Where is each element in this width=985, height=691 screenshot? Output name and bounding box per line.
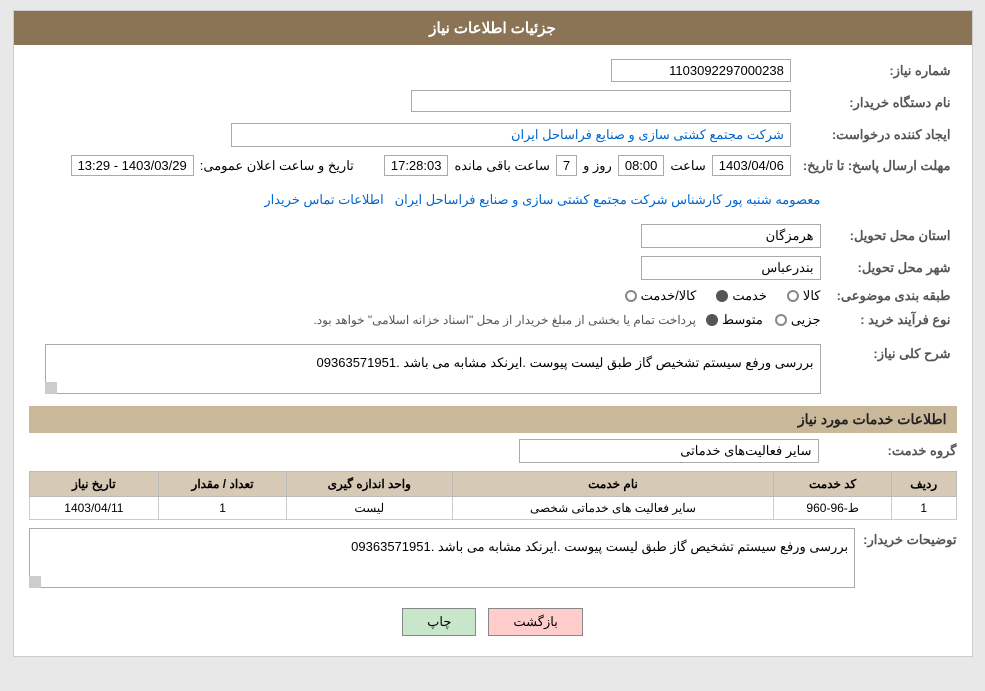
radio-tabaghe-کالا[interactable]: کالا (787, 288, 821, 304)
saet-label: ساعت (670, 158, 705, 174)
radio-circle (706, 314, 718, 326)
cell-tedad: 1 (159, 497, 287, 520)
page-header: جزئیات اطلاعات نیاز (14, 11, 972, 45)
sharh-label: شرح کلی نیاز: (827, 340, 957, 398)
saet-value: 08:00 (618, 155, 665, 176)
tarikh-value: 1403/04/06 (712, 155, 791, 176)
back-button[interactable]: بازگشت (488, 608, 582, 636)
radio-tabaghe-کالا/خدمت[interactable]: کالا/خدمت (625, 288, 697, 304)
saet-manandeh-label: ساعت باقی مانده (454, 158, 549, 174)
radio-circle (625, 290, 637, 302)
resize-handle[interactable] (45, 382, 57, 394)
radio-circle (775, 314, 787, 326)
services-table: ردیفکد خدمتنام خدمتواحد اندازه گیریتعداد… (29, 471, 957, 520)
radio-label: جزیی (791, 312, 821, 328)
grouh-label: گروه خدمت: (827, 443, 957, 459)
cell-radif: 1 (891, 497, 956, 520)
ijad-konande-label: ایجاد کننده درخواست: (797, 119, 957, 151)
shomara-niaz-label: شماره نیاز: (797, 55, 957, 86)
buttons-row: بازگشت چاپ (29, 598, 957, 646)
saet-manandeh-value: 17:28:03 (384, 155, 449, 176)
cell-vahed: لیست (286, 497, 452, 520)
cell-nam: سایر فعالیت های خدماتی شخصی (452, 497, 774, 520)
radio-tabaghe-خدمت[interactable]: خدمت (716, 288, 767, 304)
radio-farayand-جزیی[interactable]: جزیی (775, 312, 821, 328)
tabaghe-label: طبقه بندی موضوعی: (827, 284, 957, 308)
ettelaat-link[interactable]: اطلاعات تماس خریدار (264, 192, 383, 207)
nam-dastgah-value (411, 90, 791, 112)
tawzihat-resize-handle[interactable] (29, 576, 41, 588)
cell-kod: ط-96-960 (774, 497, 892, 520)
col-header: ردیف (891, 472, 956, 497)
nooe-farayand-label: نوع فرآیند خرید : (827, 308, 957, 332)
table-row: 1ط-96-960سایر فعالیت های خدماتی شخصیلیست… (29, 497, 956, 520)
radio-label: کالا/خدمت (641, 288, 697, 304)
tarikh-saet-label: تاریخ و ساعت اعلان عمومی: (200, 158, 354, 174)
rooz-label: روز و (583, 158, 612, 174)
shahr-value: بندرعباس (641, 256, 821, 280)
ijad-konande-value: شرکت مجتمع کشتی سازی و صنایع فراساحل ایر… (231, 123, 791, 147)
print-button[interactable]: چاپ (402, 608, 476, 636)
ijad-konande-link: معصومه شنبه پور کارشناس شرکت مجتمع کشتی … (395, 192, 821, 207)
radio-label: متوسط (722, 312, 763, 328)
service-info-header: اطلاعات خدمات مورد نیاز (29, 406, 957, 433)
col-header: واحد اندازه گیری (286, 472, 452, 497)
ostan-value: هرمزگان (641, 224, 821, 248)
grouh-value: سایر فعالیت‌های خدماتی (519, 439, 819, 463)
radio-label: خدمت (732, 288, 767, 304)
tawzihat-value: بررسی ورفع سیستم تشخیص گاز طبق لیست پیوس… (29, 528, 856, 588)
col-header: تاریخ نیاز (29, 472, 159, 497)
col-header: تعداد / مقدار (159, 472, 287, 497)
shomara-niaz-value: 1103092297000238 (611, 59, 791, 82)
radio-circle (787, 290, 799, 302)
ijad-konande2-label: مهلت ارسال پاسخ: تا تاریخ: (797, 151, 957, 180)
tarikh-saet-value: 1403/03/29 - 13:29 (71, 155, 194, 176)
radio-circle (716, 290, 728, 302)
rooz-value: 7 (556, 155, 577, 176)
shahr-label: شهر محل تحویل: (827, 252, 957, 284)
sharh-value: بررسی ورفع سیستم تشخیص گاز طبق لیست پیوس… (45, 344, 821, 394)
col-header: نام خدمت (452, 472, 774, 497)
tawzihat-label: توضیحات خریدار: (863, 528, 956, 548)
cell-tarikh: 1403/04/11 (29, 497, 159, 520)
nam-dastgah-label: نام دستگاه خریدار: (797, 86, 957, 119)
radio-label: کالا (803, 288, 821, 304)
farayand-note: پرداخت تمام یا بخشی از مبلغ خریدار از مح… (313, 313, 696, 327)
ostan-label: استان محل تحویل: (827, 220, 957, 252)
radio-farayand-متوسط[interactable]: متوسط (706, 312, 763, 328)
col-header: کد خدمت (774, 472, 892, 497)
